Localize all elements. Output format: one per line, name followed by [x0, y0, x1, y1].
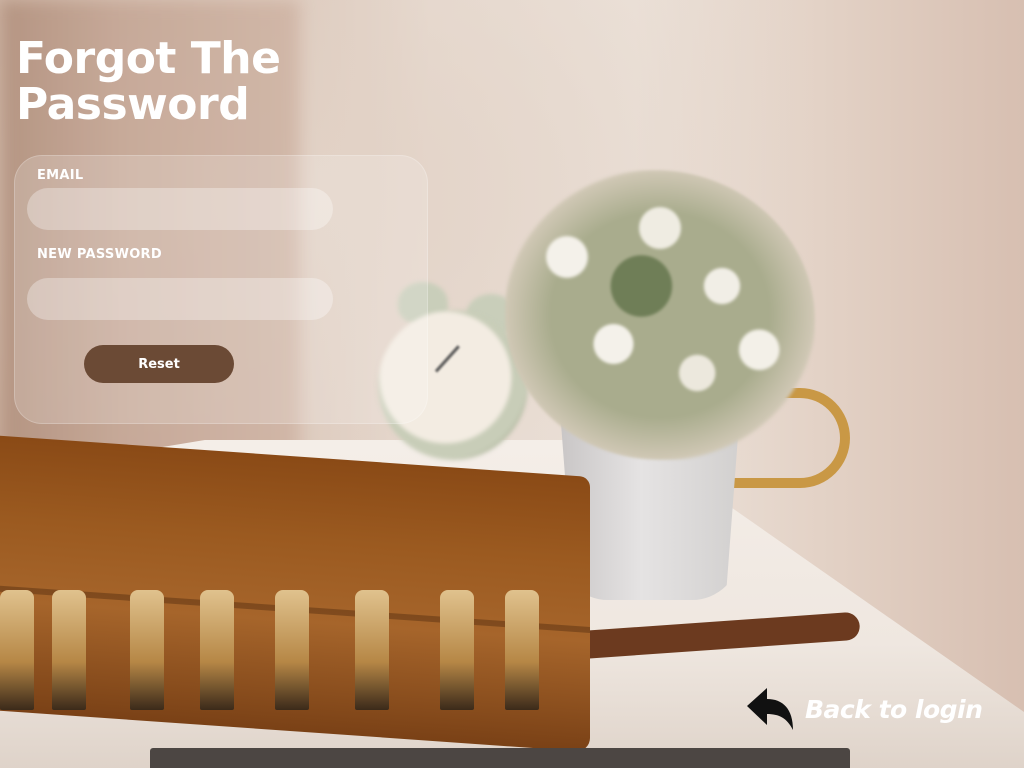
page-title: Forgot The Password: [16, 33, 281, 130]
back-to-login-label: Back to login: [805, 694, 983, 724]
back-arrow-icon: [747, 688, 793, 730]
book: [150, 748, 850, 768]
new-password-label: NEW PASSWORD: [37, 247, 162, 262]
reset-password-form: EMAIL NEW PASSWORD Reset: [14, 155, 428, 424]
pen: [200, 590, 234, 710]
reset-button[interactable]: Reset: [84, 345, 234, 383]
pen: [355, 590, 389, 710]
email-label: EMAIL: [37, 168, 84, 183]
pen: [130, 590, 164, 710]
pen: [0, 590, 34, 710]
pen: [440, 590, 474, 710]
pen: [52, 590, 86, 710]
new-password-input[interactable]: [27, 278, 333, 320]
pen: [275, 590, 309, 710]
pen: [505, 590, 539, 710]
back-to-login-link[interactable]: Back to login: [745, 684, 983, 734]
email-input[interactable]: [27, 188, 333, 230]
